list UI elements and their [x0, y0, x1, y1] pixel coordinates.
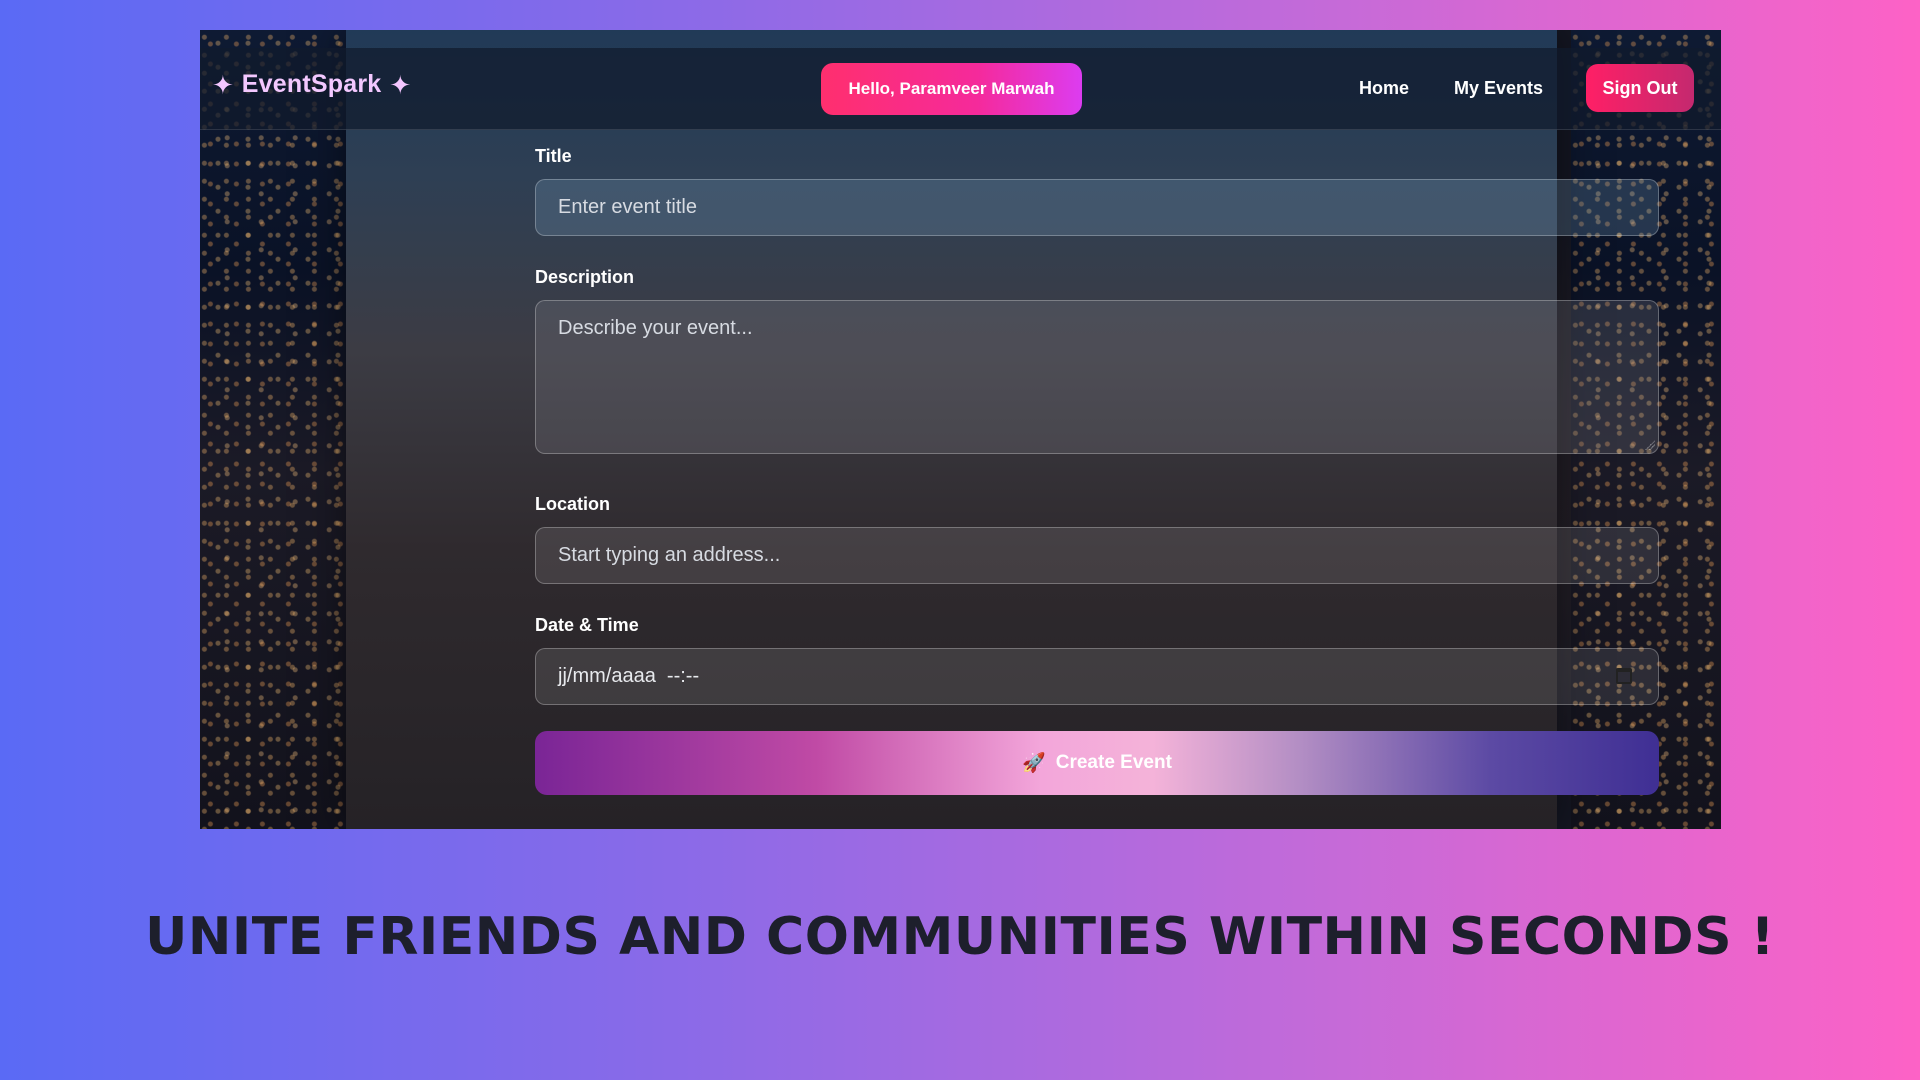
datetime-value: jj/mm/aaaa --:--	[558, 665, 700, 687]
description-label: Description	[535, 267, 635, 287]
title-input[interactable]: Enter event title	[535, 179, 1659, 236]
title-placeholder: Enter event title	[558, 196, 697, 218]
greeting-badge: Hello, Paramveer Marwah	[821, 63, 1082, 115]
sign-out-button[interactable]: Sign Out	[1586, 64, 1694, 112]
create-event-label: Create Event	[1055, 752, 1172, 773]
nav-my-events-link[interactable]: My Events	[1454, 78, 1543, 99]
brand-name: EventSpark	[241, 70, 382, 98]
datetime-label: Date & Time	[535, 615, 639, 635]
datetime-input[interactable]: jj/mm/aaaa --:--	[535, 648, 1659, 705]
description-placeholder: Describe your event...	[558, 317, 753, 339]
location-placeholder: Start typing an address...	[558, 544, 781, 566]
location-input[interactable]: Start typing an address...	[535, 527, 1659, 584]
location-label: Location	[535, 494, 610, 514]
city-background-left	[200, 30, 350, 829]
resize-handle-icon[interactable]	[1645, 440, 1655, 450]
create-event-button[interactable]: 🚀 Create Event	[535, 731, 1659, 795]
tagline: UNITE FRIENDS AND COMMUNITIES WITHIN SEC…	[145, 907, 1775, 967]
navbar: ✦ EventSpark ✦ Hello, Paramveer Marwah H…	[200, 48, 1721, 130]
sparkle-icon: ✦	[212, 69, 234, 100]
calendar-icon[interactable]	[1616, 668, 1632, 684]
app-screenshot: Title Enter event title Description Desc…	[200, 30, 1721, 829]
sparkle-icon: ✦	[389, 69, 412, 100]
form-panel: Title Enter event title Description Desc…	[346, 30, 1659, 829]
nav-home-link[interactable]: Home	[1359, 78, 1409, 99]
description-textarea[interactable]: Describe your event...	[535, 300, 1659, 454]
rocket-icon: 🚀	[1022, 753, 1046, 774]
brand-logo[interactable]: ✦ EventSpark ✦	[212, 70, 411, 99]
title-label: Title	[535, 146, 572, 166]
